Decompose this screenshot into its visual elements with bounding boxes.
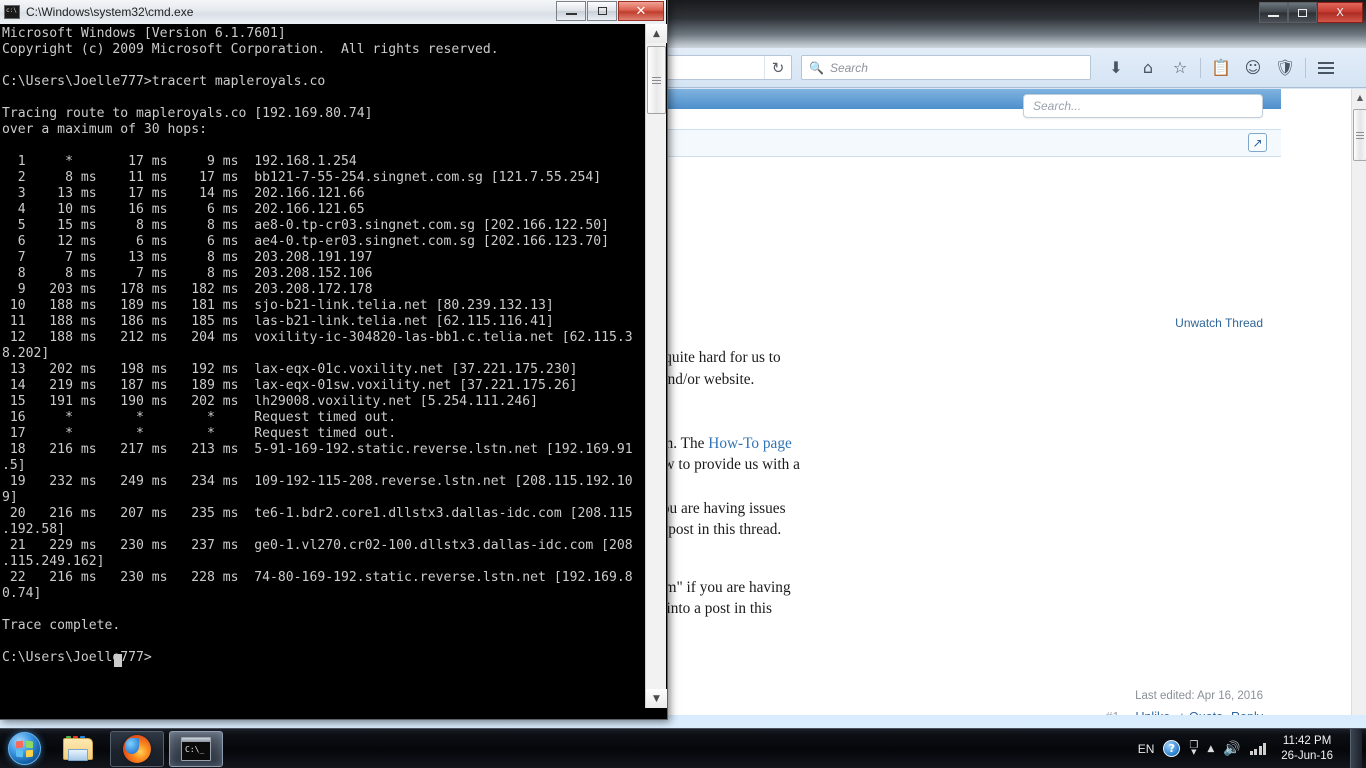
post-line-9: e to stop. Then take a screenshot or cop… [656,600,772,617]
menu-hamburger-icon[interactable] [1311,53,1341,83]
forum-search-input[interactable]: Search... [1023,94,1263,118]
last-edited-text: Last edited: Apr 16, 2016 [1106,690,1263,702]
post-line-5: you do not wish to use MTR you can follo… [656,456,800,473]
cmd-scroll-up-arrow-icon[interactable]: ▲ [646,24,667,43]
post-actions[interactable]: #1 Unlike + Quote Reply [1106,710,1263,715]
post-number: #1 [1106,710,1120,715]
post-line-2: aceroutes from users experiencing proble… [656,371,754,388]
firefox-toolbar-buttons[interactable]: ⬇ ⌂ ☆ 📋 ☺ 🛡 [1101,53,1341,83]
cmd-close-button[interactable]: ✕ [618,1,664,21]
firefox-minimize-button[interactable] [1259,2,1288,23]
clock[interactable]: 11:42 PM 26-Jun-16 [1275,734,1339,764]
toolbar-divider-2 [1305,58,1306,78]
page-scrollbar[interactable]: ▲ [1351,89,1366,715]
howto-page-link[interactable]: How-To page [708,435,791,452]
reply-link[interactable]: Reply [1231,710,1263,715]
action-center-icon[interactable]: ❐▼ [1189,742,1198,756]
scroll-up-arrow-icon[interactable]: ▲ [1352,89,1366,106]
firefox-window-controls[interactable]: X [1259,2,1363,23]
breadcrumb [656,129,1281,157]
cmd-window-controls[interactable]: ✕ [555,1,664,21]
forum-search-placeholder: Search... [1033,99,1081,113]
reader-list-icon[interactable]: 📋 [1206,53,1236,83]
start-button[interactable] [2,731,46,767]
address-bar[interactable]: ↻ [655,55,792,80]
forum-page: Search... ↗ Unwatch Thread ur Host/DDoS … [656,89,1281,715]
reload-icon[interactable]: ↻ [764,56,791,79]
system-tray[interactable]: EN ? ❐▼ ▲ 🔊 11:42 PM 26-Jun-16 [1138,729,1366,768]
cmd-output-area[interactable]: Microsoft Windows [Version 6.1.7601] Cop… [0,24,645,708]
cmd-titlebar[interactable]: C:\Windows\system32\cmd.exe ✕ [0,0,666,24]
command-prompt-window[interactable]: C:\Windows\system32\cmd.exe ✕ Microsoft … [0,0,668,720]
unlike-link[interactable]: Unlike [1135,710,1170,715]
taskbar-item-explorer[interactable] [51,731,105,767]
search-input[interactable]: 🔍 Search [801,55,1091,80]
search-placeholder: Search [830,61,868,75]
taskbar-item-firefox[interactable] [110,731,164,767]
language-indicator[interactable]: EN [1138,742,1155,756]
post-line-6: ssues accessing the game. Or type "trace… [656,500,786,517]
show-hidden-icons-icon[interactable]: ▲ [1207,744,1214,754]
browser-content-area: Search... ↗ Unwatch Thread ur Host/DDoS … [656,89,1366,715]
search-icon: 🔍 [809,61,824,75]
clock-date: 26-Jun-16 [1281,749,1333,764]
cmd-scrollbar[interactable]: ▲ ▼ [645,24,666,708]
firefox-close-button[interactable]: X [1317,2,1363,23]
cmd-icon: C:\_ [181,737,211,761]
firefox-navigation-toolbar[interactable]: ↻ 🔍 Search ⬇ ⌂ ☆ 📋 ☺ 🛡 [656,48,1366,88]
folder-explorer-icon [63,736,93,761]
help-icon[interactable]: ? [1163,740,1180,757]
firefox-icon [123,735,151,763]
toolbar-divider [1200,58,1201,78]
cmd-scrollbar-thumb[interactable] [647,46,666,114]
show-desktop-button[interactable] [1350,729,1362,768]
cmd-window-title: C:\Windows\system32\cmd.exe [26,5,193,19]
cmd-cursor [114,654,122,667]
volume-icon[interactable]: 🔊 [1223,741,1240,757]
unwatch-thread-link[interactable]: Unwatch Thread [1175,316,1263,330]
pocket-shield-icon[interactable]: 🛡 [1270,53,1300,83]
quote-link[interactable]: + Quote [1178,710,1223,715]
bookmark-star-icon[interactable]: ☆ [1165,53,1195,83]
cmd-icon [4,5,20,19]
cmd-output-text: Microsoft Windows [Version 6.1.7601] Cop… [2,26,645,666]
post-line-1: ur Host/DDoS Provider. As the issue does… [656,349,781,366]
post-line-7: op. Then take a screenshot or copy and p… [656,521,781,538]
network-signal-icon[interactable] [1250,743,1267,755]
taskbar-item-cmd[interactable]: C:\_ [169,731,223,767]
post-line-8: ng issues accessing the game. Or type "t… [656,579,791,596]
firefox-restore-button[interactable] [1288,2,1317,23]
cmd-maximize-button[interactable] [587,1,617,21]
clock-time: 11:42 PM [1281,734,1333,749]
post-content: ur Host/DDoS Provider. As the issue does… [656,347,1267,641]
home-icon[interactable]: ⌂ [1133,53,1163,83]
firefox-browser-window[interactable]: X ↻ 🔍 Search ⬇ ⌂ ☆ 📋 ☺ 🛡 [655,0,1366,715]
windows-logo-icon [8,732,41,765]
taskbar[interactable]: C:\_ EN ? ❐▼ ▲ 🔊 11:42 PM 26-Jun-16 [0,728,1366,768]
cmd-minimize-button[interactable] [556,1,586,21]
smiley-feedback-icon[interactable]: ☺ [1238,53,1268,83]
desktop-screen: X ↻ 🔍 Search ⬇ ⌂ ☆ 📋 ☺ 🛡 [0,0,1366,768]
page-scrollbar-thumb[interactable] [1353,109,1366,161]
open-in-new-icon[interactable]: ↗ [1248,133,1267,152]
firefox-titlebar[interactable]: X [656,0,1366,48]
post-meta: Last edited: Apr 16, 2016 #1 Unlike + Quot… [1106,690,1263,715]
cmd-scroll-down-arrow-icon[interactable]: ▼ [646,689,667,708]
downloads-icon[interactable]: ⬇ [1101,53,1131,83]
